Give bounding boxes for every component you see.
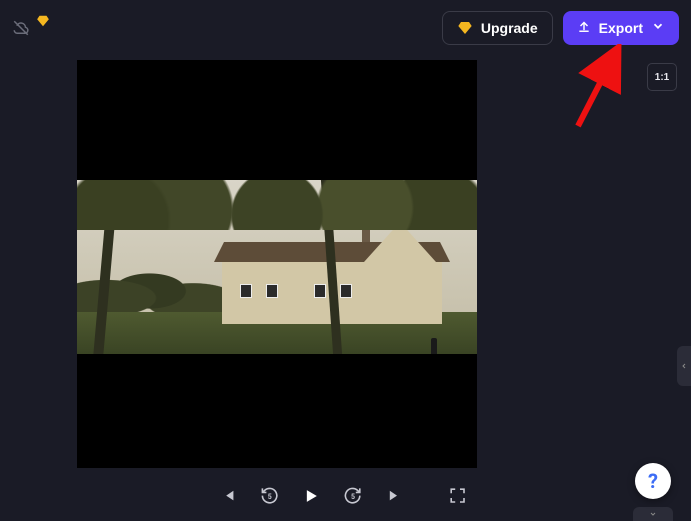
forward-5-button[interactable]: 5 [343, 485, 362, 507]
forward-amount: 5 [343, 493, 362, 501]
help-button[interactable]: ? [635, 463, 671, 499]
upgrade-label: Upgrade [481, 20, 538, 36]
aspect-ratio-button[interactable]: 1:1 [647, 63, 677, 91]
export-button[interactable]: Export [563, 11, 679, 45]
next-frame-button[interactable] [385, 485, 404, 507]
aspect-ratio-label: 1:1 [655, 72, 669, 83]
video-preview[interactable] [77, 60, 477, 468]
bottom-panel-handle[interactable] [633, 507, 673, 521]
rewind-5-button[interactable]: 5 [260, 485, 279, 507]
right-panel-handle[interactable] [677, 346, 691, 386]
topbar-left [12, 19, 50, 37]
topbar: Upgrade Export [0, 0, 691, 55]
play-button[interactable] [301, 485, 321, 507]
premium-diamond-icon [36, 13, 50, 27]
upload-icon [577, 19, 591, 36]
chevron-down-icon [651, 19, 665, 36]
export-label: Export [599, 20, 643, 36]
video-frame [77, 180, 477, 354]
annotation-arrow [562, 44, 642, 134]
playback-controls: 5 5 [77, 476, 477, 516]
help-label: ? [648, 469, 658, 493]
fullscreen-button[interactable] [448, 485, 467, 507]
prev-frame-button[interactable] [219, 485, 238, 507]
upgrade-button[interactable]: Upgrade [442, 11, 553, 45]
cloud-off-icon[interactable] [12, 19, 30, 37]
topbar-right: Upgrade Export [442, 11, 679, 45]
crown-icon [457, 20, 473, 36]
rewind-amount: 5 [260, 493, 279, 501]
